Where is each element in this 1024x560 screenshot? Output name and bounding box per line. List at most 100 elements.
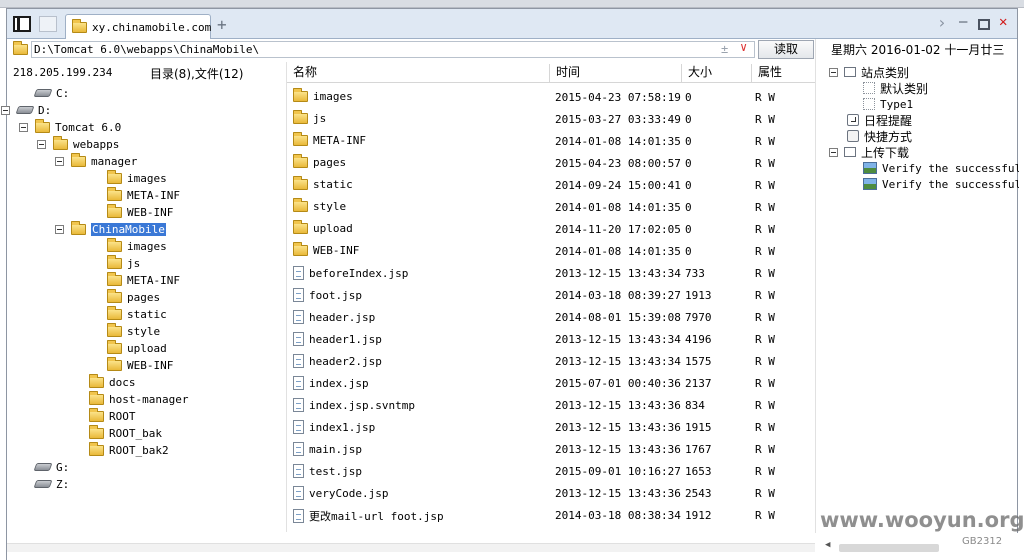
collapse-toggle-icon[interactable] [19,122,28,132]
file-name-cell[interactable]: header1.jsp [293,332,382,346]
file-row[interactable]: header.jsp 2014-08-01 15:39:08 7970 R W [287,307,815,327]
tree-node[interactable]: style [107,322,160,339]
file-name-cell[interactable]: images [293,88,353,103]
chevron-right-icon[interactable]: › [937,13,947,32]
file-name-cell[interactable]: header2.jsp [293,354,382,368]
tree-node[interactable]: webapps [37,135,119,152]
side-tree-node[interactable]: Type1 [863,96,913,112]
horizontal-scrollbar[interactable]: ◀ [7,533,1019,560]
tree-node[interactable]: WEB-INF [107,356,173,373]
collapse-toggle-icon[interactable] [37,139,46,149]
minimize-icon[interactable]: – [959,14,967,30]
file-name-cell[interactable]: test.jsp [293,464,362,478]
tree-node[interactable]: G: [33,459,69,475]
side-tree-node[interactable]: Verify the successful u [863,160,1019,176]
column-header-attr[interactable]: 属性 [751,64,815,82]
side-tree-node[interactable]: Verify the successful u [863,176,1019,192]
file-name-cell[interactable]: veryCode.jsp [293,486,388,500]
file-row[interactable]: pages 2015-04-23 08:00:57 0 R W [287,153,815,173]
file-name-cell[interactable]: foot.jsp [293,288,362,302]
file-row[interactable]: foot.jsp 2014-03-18 08:39:27 1913 R W [287,285,815,305]
scrollbar-thumb[interactable] [839,544,939,552]
side-tree-node[interactable]: 上传下载 [829,144,909,160]
file-row[interactable]: index.jsp.svntmp 2013-12-15 13:43:36 834 R … [287,395,815,415]
file-name-cell[interactable]: pages [293,154,346,169]
file-name-cell[interactable]: 更改mail-url foot.jsp [293,508,444,524]
file-name-cell[interactable]: beforeIndex.jsp [293,266,408,280]
file-row[interactable]: test.jsp 2015-09-01 10:16:27 1653 R W [287,461,815,481]
file-row[interactable]: index.jsp 2015-07-01 00:40:36 2137 R W [287,373,815,393]
tree-node[interactable]: Z: [33,476,69,492]
file-row[interactable]: main.jsp 2013-12-15 13:43:36 1767 R W [287,439,815,459]
file-row[interactable]: upload 2014-11-20 17:02:05 0 R W [287,219,815,239]
collapse-toggle-icon[interactable] [829,67,838,77]
file-name-cell[interactable]: main.jsp [293,442,362,456]
file-row[interactable]: js 2015-03-27 03:33:49 0 R W [287,109,815,129]
file-row[interactable]: images 2015-04-23 07:58:19 0 R W [287,87,815,107]
file-name-cell[interactable]: index1.jsp [293,420,375,434]
tree-node[interactable]: docs [89,373,136,390]
tab-active[interactable]: xy.chinamobile.com [65,14,211,39]
tree-node[interactable]: ROOT_bak2 [89,441,169,458]
maximize-icon[interactable] [978,19,990,30]
collapse-toggle-icon[interactable] [829,147,838,157]
tree-node[interactable]: ROOT_bak [89,424,162,441]
file-row[interactable]: header2.jsp 2013-12-15 13:43:34 1575 R W [287,351,815,371]
file-name-cell[interactable]: WEB-INF [293,242,359,257]
tree-node[interactable]: D: [1,102,51,118]
file-row[interactable]: 更改mail-url foot.jsp 2014-03-18 08:38:34 19… [287,505,815,525]
file-name-cell[interactable]: style [293,198,346,213]
close-icon[interactable]: ✕ [999,14,1007,30]
tree-node[interactable]: images [107,169,167,186]
tree-node[interactable]: pages [107,288,160,305]
file-name-cell[interactable]: header.jsp [293,310,375,324]
tree-node[interactable]: C: [33,85,69,101]
tree-node[interactable]: upload [107,339,167,356]
read-button[interactable]: 读取 [758,40,814,59]
collapse-toggle-icon[interactable] [55,224,64,234]
side-tree-node[interactable]: 快捷方式 [847,128,912,144]
column-header-name[interactable]: 名称 [287,64,549,82]
tree-node[interactable]: host-manager [89,390,188,407]
tree-node[interactable]: WEB-INF [107,203,173,220]
tree-node[interactable]: static [107,305,167,322]
path-input[interactable] [31,41,755,58]
tree-node[interactable]: manager [55,152,137,169]
file-name-cell[interactable]: index.jsp [293,376,369,390]
collapse-toggle-icon[interactable] [55,156,64,166]
new-tab-plus-icon[interactable]: + [217,15,227,34]
file-name-cell[interactable]: META-INF [293,132,366,147]
blank-page-icon[interactable] [39,16,57,32]
scroll-left-arrow-icon[interactable]: ◀ [825,540,830,550]
file-name-cell[interactable]: index.jsp.svntmp [293,398,415,412]
file-row[interactable]: veryCode.jsp 2013-12-15 13:43:36 2543 R W [287,483,815,503]
tree-node[interactable]: Tomcat 6.0 [19,118,121,135]
side-tree-node[interactable]: 默认类别 [863,80,928,96]
clear-plus-minus-icon[interactable]: ± [721,42,728,56]
tree-node[interactable]: js [107,254,140,271]
collapse-toggle-icon[interactable] [1,105,10,115]
side-tree-node[interactable]: 日程提醒 [847,112,912,128]
file-row[interactable]: index1.jsp 2013-12-15 13:43:36 1915 R W [287,417,815,437]
pane-divider[interactable] [815,39,816,533]
file-name-cell[interactable]: upload [293,220,353,235]
tree-node[interactable]: ChinaMobile [55,220,166,237]
file-row[interactable]: META-INF 2014-01-08 14:01:35 0 R W [287,131,815,151]
file-name-cell[interactable]: js [293,110,326,125]
file-row[interactable]: header1.jsp 2013-12-15 13:43:34 4196 R W [287,329,815,349]
file-row[interactable]: beforeIndex.jsp 2013-12-15 13:43:34 733 R W [287,263,815,283]
column-header-size[interactable]: 大小 [681,64,751,82]
tree-node[interactable]: META-INF [107,186,180,203]
sidebar-toggle-icon[interactable] [13,16,31,32]
tree-node[interactable]: images [107,237,167,254]
file-name-cell[interactable]: static [293,176,353,191]
column-header-time[interactable]: 时间 [549,64,681,82]
chevron-down-icon[interactable]: ∨ [740,40,747,54]
side-tree-node[interactable]: 站点类别 [829,64,909,80]
tree-node[interactable]: META-INF [107,271,180,288]
file-row[interactable]: static 2014-09-24 15:00:41 0 R W [287,175,815,195]
file-row[interactable]: WEB-INF 2014-01-08 14:01:35 0 R W [287,241,815,261]
file-row[interactable]: style 2014-01-08 14:01:35 0 R W [287,197,815,217]
scrollbar-track[interactable] [7,543,815,552]
tree-node[interactable]: ROOT [89,407,136,424]
